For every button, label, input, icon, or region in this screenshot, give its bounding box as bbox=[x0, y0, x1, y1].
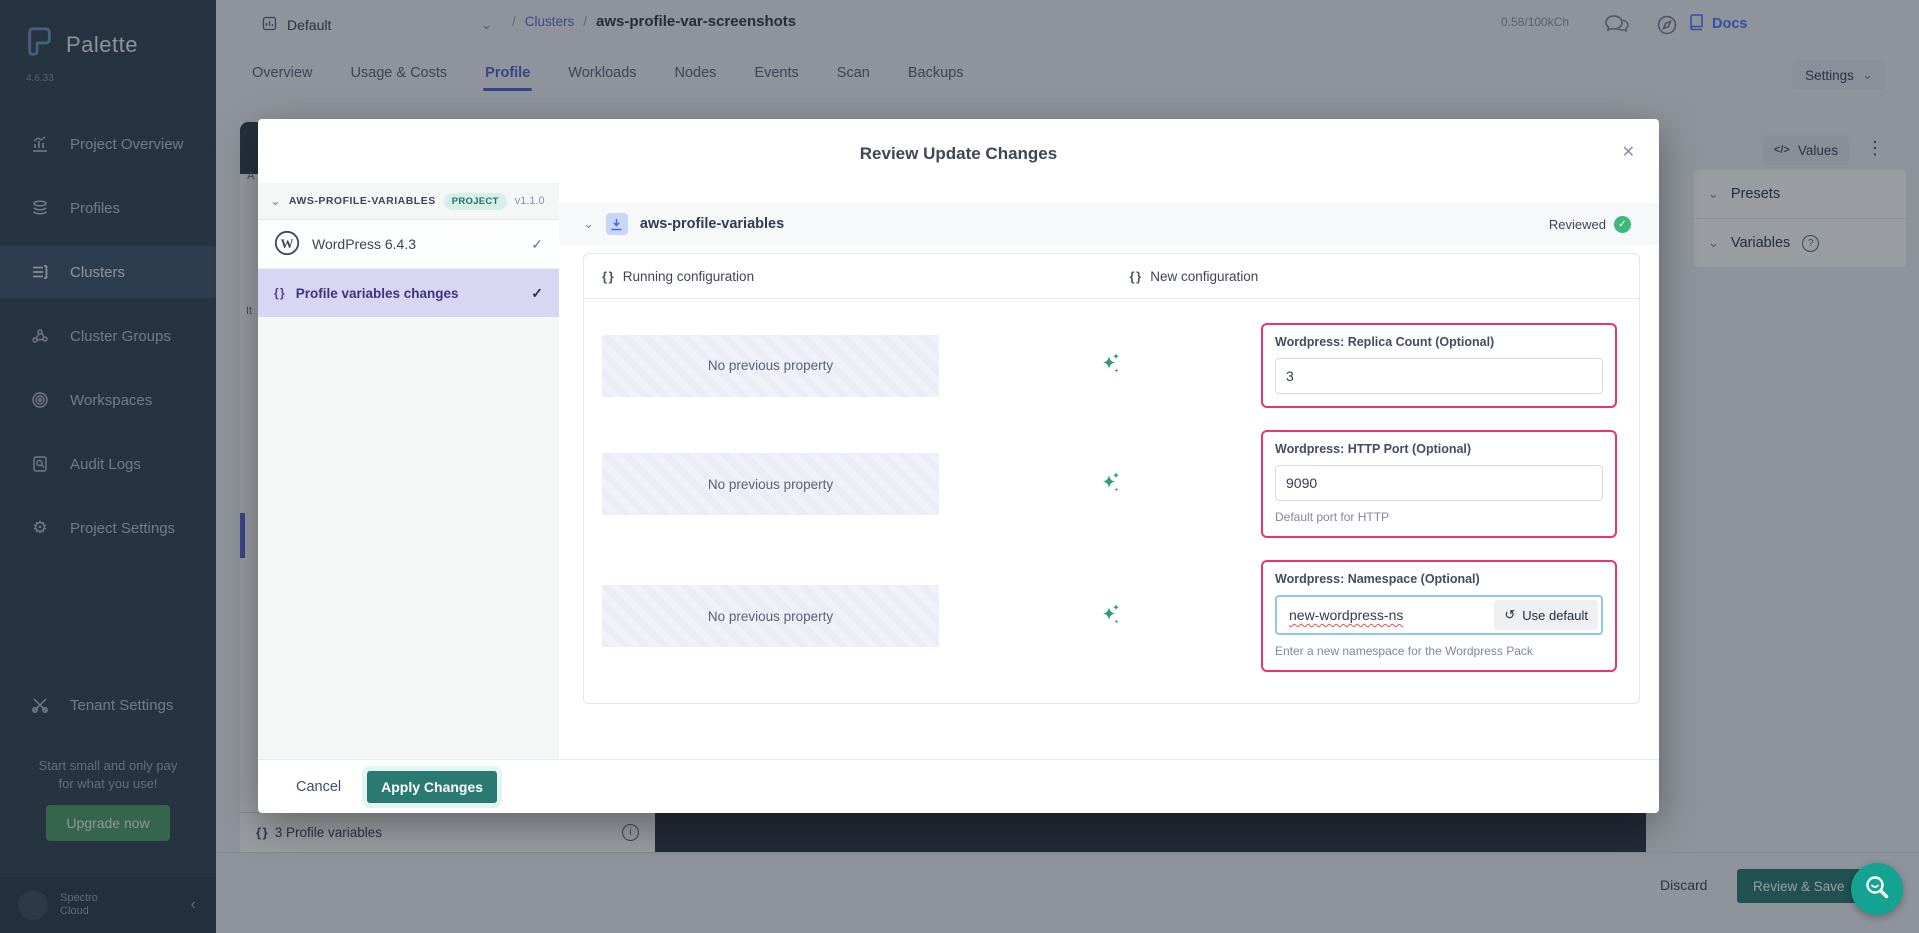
nav-item-profile-variables[interactable]: { } Profile variables changes ✓ bbox=[258, 269, 559, 317]
chevron-down-icon: ⌄ bbox=[270, 193, 281, 209]
namespace-input-value[interactable]: new-wordpress-ns bbox=[1280, 607, 1412, 623]
diff-row-namespace: No previous property Wordpress: Namespac… bbox=[600, 560, 1623, 672]
app-root: Palette 4.6.33 Project Overview Profiles bbox=[0, 0, 1919, 933]
new-value-sparkle-icon bbox=[1101, 603, 1121, 630]
braces-icon: { } bbox=[1130, 269, 1141, 284]
reviewed-status: Reviewed ✓ bbox=[1549, 216, 1631, 233]
field-label: Wordpress: Namespace (Optional) bbox=[1275, 572, 1603, 586]
column-label: New configuration bbox=[1150, 269, 1258, 284]
braces-icon: { } bbox=[602, 269, 613, 284]
diff-row-replica-count: No previous property Wordpress: Replica … bbox=[600, 323, 1623, 408]
new-configuration-header: { } New configuration bbox=[1112, 269, 1640, 284]
column-label: Running configuration bbox=[623, 269, 754, 284]
new-value-sparkle-icon bbox=[1101, 471, 1121, 498]
no-previous-property-box: No previous property bbox=[602, 335, 939, 397]
nav-item-wordpress[interactable]: W WordPress 6.4.3 ✓ bbox=[258, 220, 559, 269]
running-configuration-header: { } Running configuration bbox=[584, 269, 1112, 284]
field-group-replica-count: Wordpress: Replica Count (Optional) bbox=[1261, 323, 1617, 408]
cancel-button[interactable]: Cancel bbox=[296, 779, 341, 795]
diff-rows: No previous property Wordpress: Replica … bbox=[584, 299, 1639, 696]
namespace-input[interactable]: new-wordpress-ns ↺ Use default bbox=[1275, 595, 1603, 635]
magnifier-smile-icon bbox=[1863, 873, 1891, 906]
no-previous-property-box: No previous property bbox=[602, 585, 939, 647]
use-default-label: Use default bbox=[1522, 608, 1588, 623]
no-previous-property-box: No previous property bbox=[602, 453, 939, 515]
wordpress-logo-icon: W bbox=[274, 230, 300, 259]
field-label: Wordpress: Replica Count (Optional) bbox=[1275, 335, 1603, 349]
apply-changes-button[interactable]: Apply Changes bbox=[367, 771, 497, 803]
chevron-down-icon: ⌄ bbox=[583, 216, 594, 232]
pack-name: aws-profile-variables bbox=[640, 216, 784, 232]
close-icon[interactable]: ✕ bbox=[1622, 142, 1635, 162]
support-launcher-button[interactable] bbox=[1851, 863, 1903, 915]
check-icon: ✓ bbox=[531, 285, 543, 302]
reviewed-label: Reviewed bbox=[1549, 217, 1606, 232]
profile-nav-header[interactable]: ⌄ AWS-PROFILE-VARIABLES PROJECT v1.1.0 bbox=[258, 183, 559, 220]
diff-row-http-port: No previous property Wordpress: HTTP Por… bbox=[600, 430, 1623, 538]
braces-icon: { } bbox=[274, 286, 284, 300]
restore-icon: ↺ bbox=[1504, 607, 1515, 623]
project-scope-badge: PROJECT bbox=[444, 193, 507, 210]
use-default-button[interactable]: ↺ Use default bbox=[1494, 600, 1598, 630]
modal-title: Review Update Changes bbox=[258, 144, 1659, 164]
new-value-sparkle-icon bbox=[1101, 352, 1121, 379]
check-icon: ✓ bbox=[531, 236, 543, 253]
pack-section-header[interactable]: ⌄ aws-profile-variables Reviewed ✓ bbox=[559, 203, 1659, 245]
modal-footer: Cancel Apply Changes bbox=[258, 759, 1659, 813]
pack-icon bbox=[606, 213, 628, 235]
field-helper-text: Enter a new namespace for the Wordpress … bbox=[1275, 644, 1603, 658]
field-group-http-port: Wordpress: HTTP Port (Optional) Default … bbox=[1261, 430, 1617, 538]
reviewed-check-icon: ✓ bbox=[1614, 216, 1631, 233]
diff-column-headers: { } Running configuration { } New config… bbox=[584, 254, 1639, 299]
field-label: Wordpress: HTTP Port (Optional) bbox=[1275, 442, 1603, 456]
svg-text:W: W bbox=[281, 236, 294, 251]
replica-count-input[interactable] bbox=[1275, 358, 1603, 394]
field-helper-text: Default port for HTTP bbox=[1275, 510, 1603, 524]
review-update-changes-modal: Review Update Changes ✕ ⌄ AWS-PROFILE-VA… bbox=[258, 119, 1659, 813]
profile-name: AWS-PROFILE-VARIABLES bbox=[289, 195, 436, 207]
nav-item-label: Profile variables changes bbox=[296, 286, 459, 301]
http-port-input[interactable] bbox=[1275, 465, 1603, 501]
nav-item-label: WordPress 6.4.3 bbox=[312, 236, 416, 252]
profile-version: v1.1.0 bbox=[515, 195, 545, 207]
configuration-diff-container: { } Running configuration { } New config… bbox=[583, 253, 1640, 704]
field-group-namespace: Wordpress: Namespace (Optional) new-word… bbox=[1261, 560, 1617, 672]
modal-profile-nav: ⌄ AWS-PROFILE-VARIABLES PROJECT v1.1.0 W… bbox=[258, 183, 559, 759]
